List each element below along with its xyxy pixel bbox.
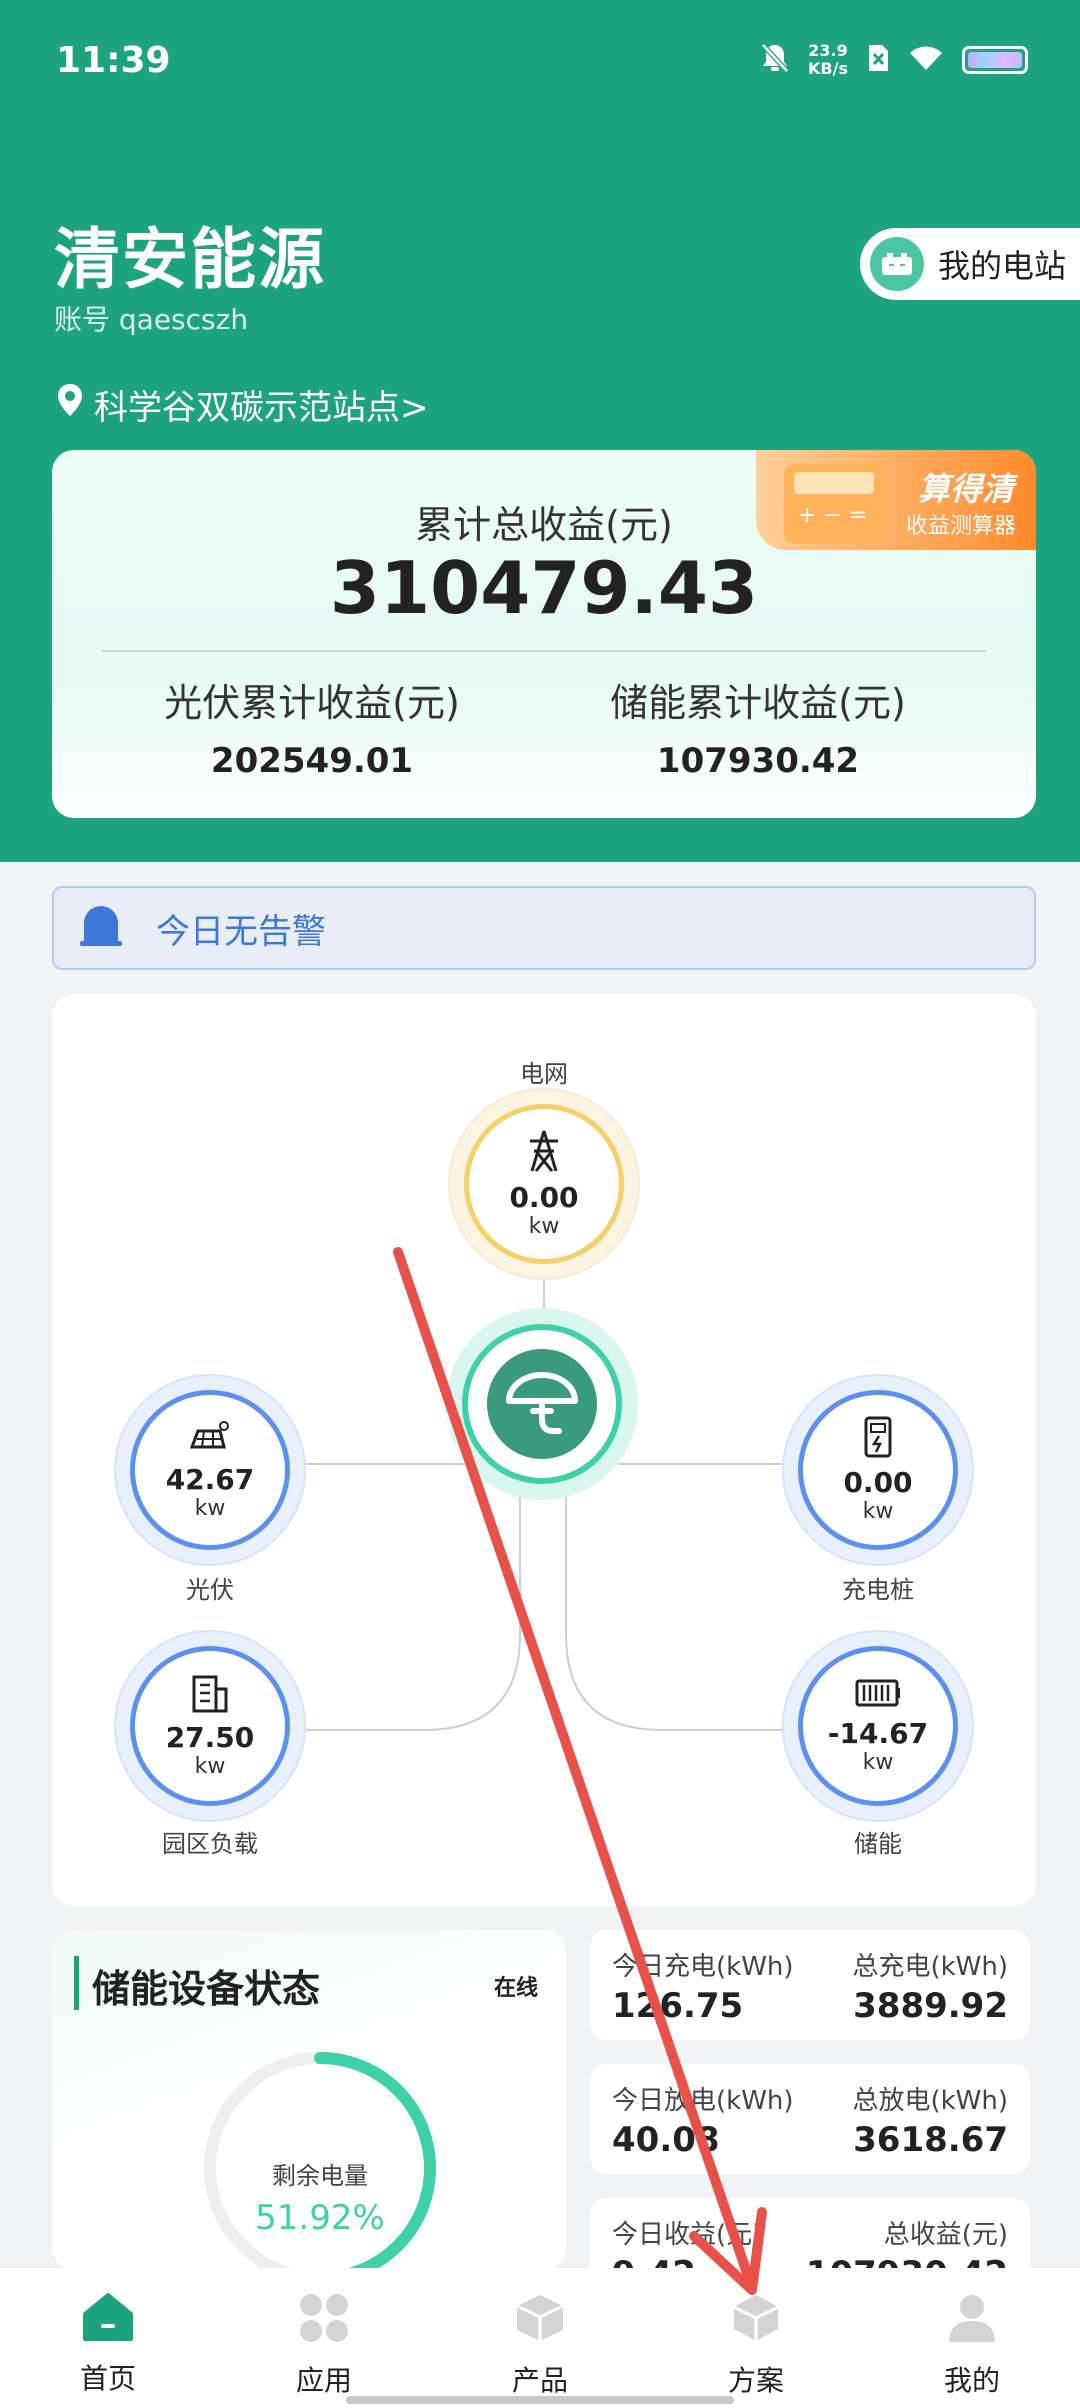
total-discharge-value: 3618.67 (853, 2120, 1008, 2160)
umbrella-logo-icon (487, 1349, 597, 1459)
home-indicator[interactable] (346, 2396, 734, 2404)
grid-label: 电网 (520, 1060, 568, 1088)
total-charge-label: 总充电(kWh) (852, 1952, 1008, 1982)
tab-products-label: 产品 (511, 2364, 568, 2397)
load-node[interactable]: 27.50 kw (130, 1646, 290, 1806)
load-unit: kw (194, 1754, 226, 1779)
today-charge-label: 今日充电(kWh) (612, 1952, 794, 1982)
account-id: 账号 qaescszh (54, 303, 249, 336)
storage-node[interactable]: -14.67 kw (798, 1646, 958, 1806)
tab-home[interactable]: 首页 (0, 2268, 216, 2408)
discharge-stats-card[interactable]: 今日放电(kWh) 总放电(kWh) 40.08 3618.67 (590, 2064, 1030, 2174)
profile-icon (946, 2292, 998, 2351)
grid-node[interactable]: 0.00 kw (464, 1104, 624, 1264)
no-sim-icon (866, 43, 890, 77)
location-pin-icon (56, 382, 84, 427)
tab-apps-label: 应用 (295, 2364, 352, 2397)
home-icon (81, 2292, 135, 2349)
bottom-tab-bar: 首页 应用 产品 方案 我的 (0, 2268, 1080, 2408)
app-title: 清安能源 (54, 221, 326, 298)
wifi-icon (908, 44, 944, 76)
load-label: 园区负载 (162, 1830, 258, 1858)
title-accent-bar (74, 1956, 79, 2010)
power-tower-icon (524, 1129, 564, 1177)
tab-apps[interactable]: 应用 (216, 2268, 432, 2408)
energy-flow-card: 电网 0.00 kw 42.67 kw 光伏 0.00 kw 充电桩 27.50… (52, 994, 1036, 1906)
pv-earnings-label: 光伏累计收益(元) (164, 681, 460, 725)
pv-label: 光伏 (186, 1576, 234, 1604)
today-discharge-value: 40.08 (612, 2120, 720, 2160)
status-time: 11:39 (56, 40, 171, 81)
solution-icon (730, 2292, 782, 2351)
tab-products[interactable]: 产品 (432, 2268, 648, 2408)
storage-status-title: 储能设备状态 (92, 1967, 321, 2011)
energy-hub (462, 1324, 622, 1484)
alarm-text: 今日无告警 (156, 911, 326, 952)
net-speed: 23.9 KB/s (808, 41, 848, 78)
grid-value: 0.00 (509, 1181, 579, 1214)
pv-earnings: 光伏累计收益(元) 202549.01 (102, 672, 522, 781)
today-revenue-label: 今日收益(元) (612, 2220, 763, 2250)
solar-panel-icon (188, 1419, 232, 1459)
total-revenue-label: 总收益(元) (883, 2220, 1008, 2250)
today-charge-value: 126.75 (612, 1986, 744, 2026)
building-icon (190, 1673, 230, 1717)
mute-bell-icon (760, 42, 790, 78)
divider (102, 650, 986, 652)
location-label: 科学谷双碳示范站点> (94, 388, 429, 428)
total-earnings-label: 累计总收益(元) (415, 503, 673, 547)
remaining-charge-value: 51.92% (255, 2198, 385, 2238)
charger-unit: kw (862, 1499, 894, 1524)
tab-home-label: 首页 (79, 2362, 136, 2395)
total-charge-value: 3889.92 (853, 1986, 1008, 2026)
charger-node[interactable]: 0.00 kw (798, 1390, 958, 1550)
storage-unit: kw (862, 1750, 894, 1775)
grid-unit: kw (528, 1214, 560, 1239)
my-station-label: 我的电站 (938, 247, 1067, 285)
siren-icon (78, 901, 124, 956)
storage-label: 储能 (854, 1830, 902, 1858)
battery-icon (962, 46, 1028, 74)
charger-value: 0.00 (843, 1466, 913, 1499)
pv-earnings-value: 202549.01 (210, 741, 414, 781)
storage-earnings-label: 储能累计收益(元) (610, 681, 906, 725)
apps-icon (298, 2292, 350, 2351)
my-station-button[interactable]: 我的电站 (860, 228, 1080, 300)
charging-pile-icon (861, 1416, 895, 1462)
battery-station-icon (870, 237, 924, 291)
load-value: 27.50 (165, 1721, 255, 1754)
pv-node[interactable]: 42.67 kw (130, 1390, 290, 1550)
charge-stats-card[interactable]: 今日充电(kWh) 总充电(kWh) 126.75 3889.92 (590, 1930, 1030, 2040)
tab-profile[interactable]: 我的 (864, 2268, 1080, 2408)
alarm-banner[interactable]: 今日无告警 (52, 886, 1036, 970)
storage-earnings: 储能累计收益(元) 107930.42 (548, 672, 968, 781)
battery-container-icon (855, 1677, 901, 1713)
charger-label: 充电桩 (842, 1576, 914, 1604)
today-discharge-label: 今日放电(kWh) (612, 2086, 794, 2116)
total-discharge-label: 总放电(kWh) (852, 2086, 1008, 2116)
tab-solutions[interactable]: 方案 (648, 2268, 864, 2408)
storage-earnings-value: 107930.42 (656, 741, 860, 781)
earnings-card[interactable]: + − = 算得清 收益测算器 累计总收益(元) 310479.43 光伏累计收… (52, 450, 1036, 818)
tab-profile-label: 我的 (943, 2364, 1000, 2397)
pv-unit: kw (194, 1496, 226, 1521)
remaining-charge-label: 剩余电量 (272, 2162, 368, 2190)
pv-value: 42.67 (165, 1463, 255, 1496)
location-selector[interactable]: 科学谷双碳示范站点> (56, 380, 429, 429)
storage-status-card[interactable]: 储能设备状态 在线 剩余电量 51.92% (52, 1930, 566, 2270)
product-icon (514, 2292, 566, 2351)
status-icons: 23.9 KB/s (760, 42, 1028, 78)
tab-solutions-label: 方案 (727, 2364, 784, 2397)
total-earnings-value: 310479.43 (329, 546, 759, 630)
status-bar: 11:39 23.9 KB/s (0, 0, 1080, 120)
storage-value: -14.67 (827, 1717, 929, 1750)
online-status-badge: 在线 (493, 1976, 538, 2001)
